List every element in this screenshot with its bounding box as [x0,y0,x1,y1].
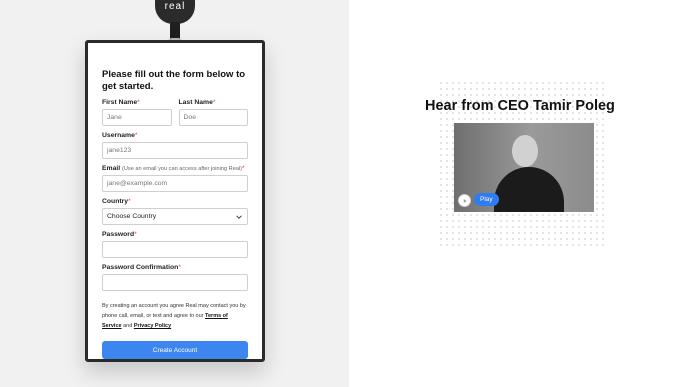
required-marker: * [178,264,181,271]
person-head [512,135,538,167]
first-name-label: First Name [102,99,138,106]
country-group: Country* Choose Country [102,198,248,225]
password-input[interactable] [102,241,248,258]
username-placeholder: jane123 [107,147,132,154]
country-label: Country [102,198,129,205]
legal-text: By creating an account you agree Real ma… [102,301,248,331]
chevron-down-icon [236,214,242,219]
email-placeholder: jane@example.com [107,180,168,187]
last-name-group: Last Name* Doe [178,99,248,126]
signup-card: Please fill out the form below to get st… [85,40,265,362]
country-select[interactable]: Choose Country [102,208,248,225]
required-marker: * [128,198,131,205]
password-label: Password [102,231,135,238]
email-label: Email [102,165,121,172]
last-name-label: Last Name [178,99,213,106]
first-name-input[interactable]: Jane [102,109,172,126]
username-group: Username* jane123 [102,132,248,159]
ceo-section-title: Hear from CEO Tamir Poleg [425,98,615,114]
last-name-placeholder: Doe [183,114,196,121]
first-name-group: First Name* Jane [102,99,172,126]
required-marker: * [137,99,140,106]
form-title: Please fill out the form below to get st… [102,69,246,92]
email-input[interactable]: jane@example.com [102,175,248,192]
username-input[interactable]: jane123 [102,142,248,159]
brand-tag-text: real [164,1,186,12]
country-value: Choose Country [107,213,157,220]
email-hint: (Use an email you can access after joini… [122,166,243,172]
legal-and: and [123,323,133,329]
create-account-button[interactable]: Create Account [102,341,248,359]
required-marker: * [134,231,137,238]
signup-form: Please fill out the form below to get st… [102,69,248,359]
play-triangle [463,198,467,203]
privacy-link[interactable]: Privacy Policy [134,323,171,329]
email-group: Email (Use an email you can access after… [102,165,248,192]
password-group: Password* [102,231,248,258]
play-button[interactable]: Play [474,193,499,206]
first-name-placeholder: Jane [107,114,122,121]
play-icon[interactable] [458,194,471,207]
required-marker: * [212,99,216,106]
username-label: Username [102,132,135,139]
password-confirmation-label: Password Confirmation [102,264,179,271]
password-confirmation-group: Password Confirmation* [102,264,248,291]
name-row: First Name* Jane Last Name* Doe [102,93,248,126]
required-marker: * [242,165,245,172]
last-name-input[interactable]: Doe [178,109,248,126]
password-confirmation-input[interactable] [102,274,248,291]
required-marker: * [134,132,138,139]
